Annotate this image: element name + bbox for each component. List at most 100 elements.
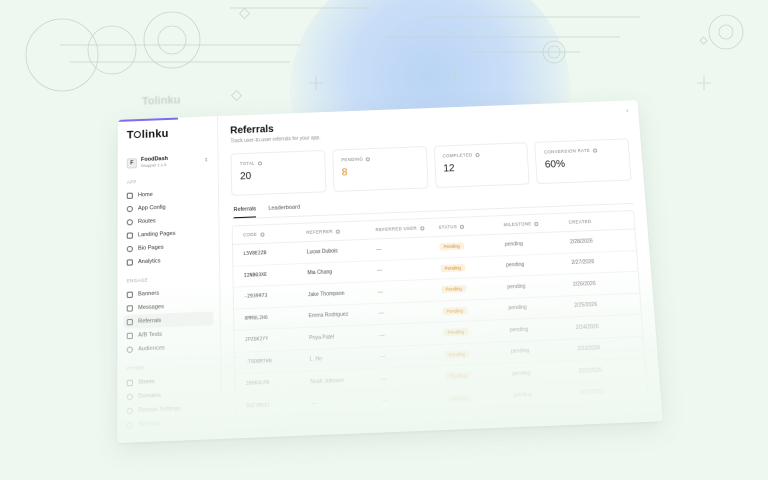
chevron-right-icon[interactable]: ›: [626, 108, 628, 114]
globe-icon: [126, 393, 133, 400]
chevron-updown-icon: ⇕: [204, 156, 209, 164]
cell-created: 2/21/2026: [580, 389, 604, 397]
cell-code: 2B6K4LP8: [245, 380, 270, 388]
cell-status: Pending: [430, 263, 496, 273]
cell-created: 2/28/2026: [569, 238, 593, 246]
workspace-switcher[interactable]: F FoodDash Shopper 1.1.0 ⇕: [124, 152, 212, 170]
cell-created: 2/25/2026: [574, 301, 598, 310]
stat-card-total: TOTAL 20: [230, 149, 327, 196]
cell-referrer: L. Ho: [309, 356, 323, 364]
cog-icon: [126, 421, 133, 428]
status-badge: Pending: [443, 328, 469, 337]
cell-referrer: —: [310, 400, 317, 408]
stat-card-conversion-rate: CONVERSION RATE 60%: [534, 138, 632, 185]
info-icon: [335, 229, 340, 234]
status-badge: Pending: [441, 285, 467, 294]
sidebar-item-settings[interactable]: Settings: [124, 414, 215, 432]
column-header-milestone[interactable]: MILESTONE: [493, 220, 558, 228]
chart-icon: [126, 258, 133, 266]
cell-referred-user: —: [381, 397, 388, 405]
stat-value-total: 20: [239, 170, 252, 183]
sidebar-item-audiences[interactable]: Audiences: [124, 339, 214, 356]
cell-code: 8MM8L2H6: [244, 315, 268, 322]
column-header-created[interactable]: CREATED: [558, 217, 633, 225]
info-icon: [419, 225, 425, 231]
cell-referred-user: —: [381, 375, 387, 383]
stat-card-pending: PENDING 8: [331, 146, 429, 192]
users-icon: [126, 345, 133, 353]
info-icon: [459, 224, 465, 229]
ghost-logo: Tolinku: [141, 94, 181, 108]
rocket-icon: [126, 231, 133, 239]
cell-referred-user: —: [376, 246, 382, 253]
section-label-engage: ENGAGE: [126, 277, 149, 284]
cell-created: 2/27/2026: [571, 259, 595, 267]
status-badge: Pending: [446, 393, 472, 403]
stat-value-pending: 8: [341, 167, 348, 179]
store-icon: [126, 379, 133, 386]
logo[interactable]: Tlinku: [127, 126, 211, 142]
banner-icon: [126, 291, 133, 298]
section-label-other: OTHER: [126, 365, 145, 372]
cell-created: 2/23/2026: [577, 345, 601, 353]
cell-referred-user: —: [378, 310, 384, 317]
app-window: Tlinku F FoodDash Shopper 1.1.0 ⇕ APP Ho…: [117, 100, 663, 444]
cell-status: Pending: [432, 305, 498, 315]
sort-icon: [259, 231, 265, 237]
flask-icon: [126, 332, 133, 339]
cell-milestone: pending: [505, 261, 525, 269]
cell-referrer: Mia Chang: [307, 269, 333, 277]
section-label-app: APP: [126, 179, 137, 185]
column-header-referrer[interactable]: REFERRER: [296, 228, 365, 236]
cell-milestone: pending: [504, 240, 524, 248]
cell-referred-user: —: [379, 331, 385, 339]
sidebar: Tlinku F FoodDash Shopper 1.1.0 ⇕ APP Ho…: [117, 116, 223, 444]
column-header-code[interactable]: CODE: [233, 230, 296, 238]
user-icon: [126, 245, 133, 252]
info-icon[interactable]: [366, 156, 371, 161]
workspace-avatar: F: [126, 157, 137, 169]
link-icon: [126, 218, 133, 225]
cell-created: 2/22/2026: [578, 367, 603, 375]
stat-value-conversion-rate: 60%: [544, 158, 566, 171]
info-icon[interactable]: [475, 152, 480, 157]
cell-milestone: pending: [512, 369, 531, 378]
status-badge: Pending: [442, 306, 468, 315]
tab-leaderboard[interactable]: Leaderboard: [268, 204, 300, 216]
tab-referrals[interactable]: Referrals: [233, 206, 257, 219]
home-icon: [126, 192, 133, 199]
status-badge: Pending: [440, 263, 466, 272]
cell-milestone: pending: [507, 283, 526, 291]
info-icon: [534, 221, 539, 226]
message-icon: [126, 304, 133, 312]
cell-milestone: pending: [508, 304, 527, 312]
cell-code: -T8DBM7HN: [245, 358, 272, 366]
cell-code: 9QZ7MX31: [246, 403, 270, 410]
cell-status: Pending: [431, 284, 497, 294]
cell-milestone: pending: [513, 392, 533, 400]
gift-icon: [126, 318, 133, 325]
column-header-referred-user[interactable]: REFERRED USER: [365, 225, 428, 233]
cell-status: Pending: [435, 371, 502, 381]
cell-created: 2/26/2026: [572, 280, 596, 288]
cell-status: Pending: [429, 241, 495, 251]
info-icon[interactable]: [592, 148, 598, 153]
cell-referrer: Jake Thompson: [307, 290, 345, 299]
stat-card-completed: COMPLETED 12: [433, 142, 530, 189]
stat-value-completed: 12: [443, 163, 455, 175]
cell-referred-user: —: [377, 288, 384, 296]
info-icon[interactable]: [257, 160, 262, 166]
cell-referred-user: —: [380, 353, 386, 361]
sidebar-item-analytics[interactable]: Analytics: [124, 252, 213, 269]
column-header-status[interactable]: STATUS: [428, 223, 493, 231]
cell-referrer: Priya Patel: [309, 333, 335, 342]
cell-referred-user: —: [376, 267, 383, 274]
cell-created: 2/24/2026: [575, 323, 599, 331]
cell-status: Pending: [433, 327, 500, 337]
status-badge: Pending: [445, 371, 471, 381]
workspace-version: Shopper 1.1.0: [140, 162, 167, 169]
stats-row: TOTAL 20 PENDING 8 COMPLETED 12 CONVERSI…: [230, 138, 632, 196]
cell-milestone: pending: [509, 326, 529, 334]
cell-code: L5V8E2ZB: [243, 251, 267, 258]
status-badge: Pending: [444, 349, 470, 359]
